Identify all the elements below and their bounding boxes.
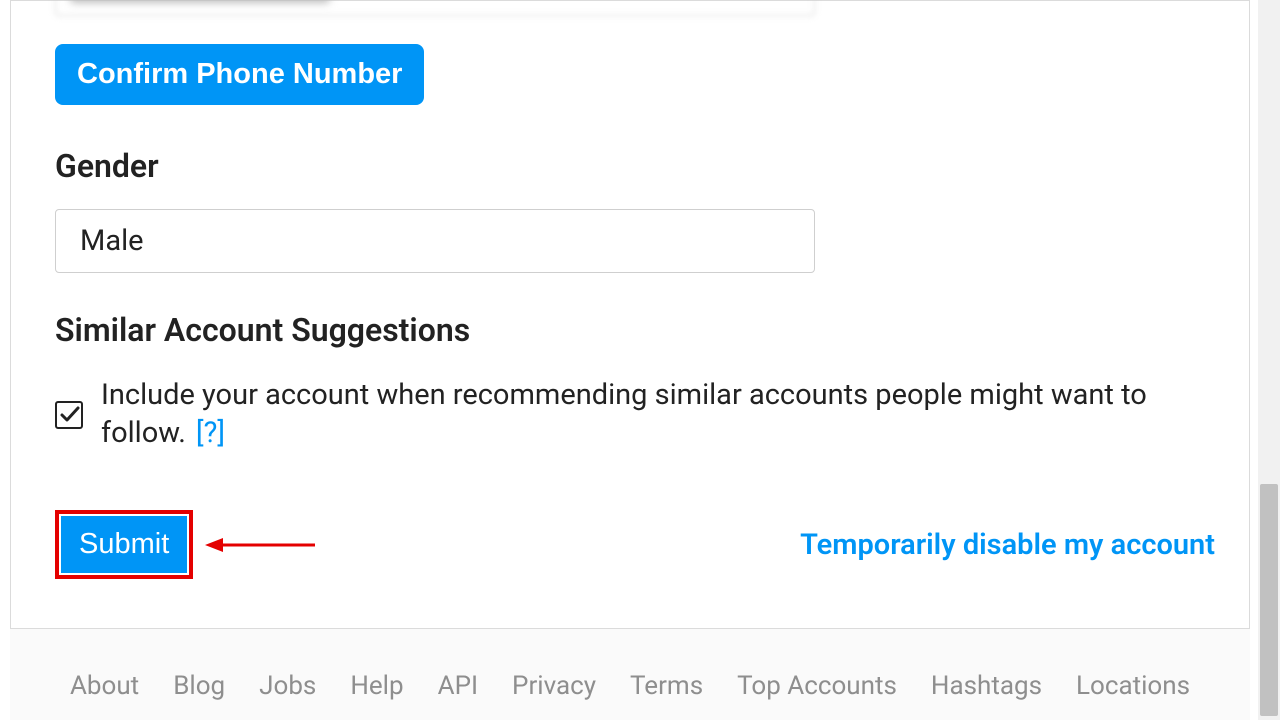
check-icon [58,402,82,426]
footer-link-hashtags[interactable]: Hashtags [931,671,1042,701]
footer-link-terms[interactable]: Terms [630,671,703,701]
suggestions-text-wrap: Include your account when recommending s… [101,377,1205,452]
footer-link-privacy[interactable]: Privacy [512,671,596,701]
confirm-phone-button[interactable]: Confirm Phone Number [55,44,424,105]
footer-links: About Blog Jobs Help API Privacy Terms T… [70,671,1190,701]
footer-link-help[interactable]: Help [350,671,403,701]
help-link[interactable]: [?] [196,416,225,450]
disable-account-link[interactable]: Temporarily disable my account [800,528,1215,562]
footer-link-about[interactable]: About [70,671,139,701]
scrollbar-track[interactable] [1258,0,1280,720]
edit-profile-form: Confirm Phone Number Gender Male Similar… [11,0,1249,579]
suggestions-checkbox[interactable] [55,401,83,429]
suggestions-label: Similar Account Suggestions [55,311,1205,349]
footer-link-jobs[interactable]: Jobs [259,671,316,701]
phone-input[interactable] [55,0,815,16]
submit-button[interactable]: Submit [61,516,187,573]
gender-label: Gender [55,147,1205,185]
footer-link-blog[interactable]: Blog [173,671,225,701]
gender-input[interactable]: Male [55,209,815,273]
scrollbar-thumb[interactable] [1260,484,1278,716]
suggestions-row: Include your account when recommending s… [55,377,1205,452]
footer-link-topaccounts[interactable]: Top Accounts [737,671,897,701]
settings-panel: Confirm Phone Number Gender Male Similar… [10,0,1250,720]
suggestions-text: Include your account when recommending s… [101,378,1147,450]
annotation-highlight-box: Submit [55,510,193,579]
footer-link-locations[interactable]: Locations [1076,671,1190,701]
blurred-phone-value [70,0,330,3]
footer-link-api[interactable]: API [438,671,478,701]
submit-row: Submit Temporarily disable my account [55,510,1215,579]
footer: About Blog Jobs Help API Privacy Terms T… [10,628,1250,720]
